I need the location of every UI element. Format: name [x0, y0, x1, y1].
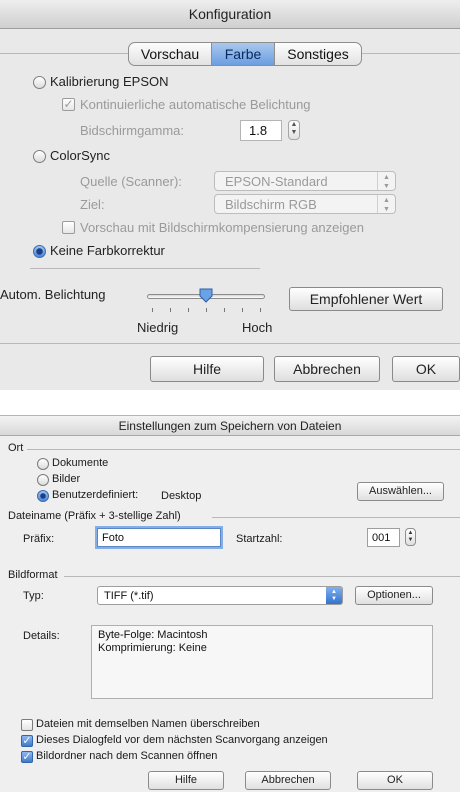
dokumente-label: Dokumente [52, 457, 109, 469]
typ-popup[interactable]: TIFF (*.tif) ▲ ▼ [97, 586, 343, 605]
slider-tick [152, 308, 153, 312]
startzahl-label: Startzahl: [236, 533, 283, 545]
abbrechen-button[interactable]: Abbrechen [245, 771, 331, 790]
startzahl-stepper[interactable]: ▲ ▼ [405, 528, 416, 546]
optionen-button[interactable]: Optionen... [355, 586, 433, 605]
quelle-popup[interactable]: EPSON-Standard ▲ ▼ [214, 171, 396, 191]
gamma-label: Bidschirmgamma: [80, 123, 185, 138]
details-label: Details: [23, 630, 60, 642]
slider-tick [206, 308, 207, 312]
keine-farbkorrektur-radio[interactable] [33, 245, 46, 258]
praefix-label: Präfix: [23, 533, 55, 545]
hilfe-button[interactable]: Hilfe [148, 771, 224, 790]
hoch-label: Hoch [242, 320, 273, 335]
popup-arrows-icon: ▲ ▼ [377, 195, 395, 213]
gamma-stepper[interactable]: ▲ ▼ [288, 120, 300, 140]
kalibrierung-radio[interactable] [33, 76, 46, 89]
group-divider [27, 449, 460, 450]
ort-label: Ort [8, 442, 24, 454]
abbrechen-button[interactable]: Abbrechen [274, 356, 380, 382]
bilder-label: Bilder [52, 473, 81, 485]
ziel-popup[interactable]: Bildschirm RGB ▲ ▼ [214, 194, 396, 214]
keine-farbkorrektur-label: Keine Farbkorrektur [50, 243, 165, 258]
bilder-radio[interactable] [37, 474, 49, 486]
popup-arrows-icon: ▲ ▼ [377, 172, 395, 190]
dialog-title: Einstellungen zum Speichern von Dateien [118, 419, 342, 433]
gamma-field[interactable]: 1.8 [240, 120, 282, 141]
slider-tick [170, 308, 171, 312]
footer-divider [0, 343, 460, 344]
slider-tick [224, 308, 225, 312]
dialog-titlebar: Konfiguration [0, 0, 460, 29]
show-dialog-checkbox[interactable]: ✓ [21, 735, 33, 747]
checkmark-icon: ✓ [22, 751, 32, 763]
praefix-input[interactable]: Foto [97, 528, 221, 547]
hilfe-button[interactable]: Hilfe [150, 356, 264, 382]
niedrig-label: Niedrig [137, 320, 179, 335]
ok-button[interactable]: OK [357, 771, 433, 790]
slider-tick [188, 308, 189, 312]
typ-value: TIFF (*.tif) [104, 590, 154, 602]
tab-bar: Vorschau Farbe Sonstiges [128, 42, 362, 66]
auswaehlen-button[interactable]: Auswählen... [357, 482, 444, 501]
details-line: Komprimierung: Keine [98, 642, 207, 654]
startzahl-input[interactable]: 001 [367, 528, 400, 547]
speichern-dialog: Einstellungen zum Speichern von Dateien … [0, 415, 460, 792]
group-divider [212, 517, 460, 518]
checkmark-icon: ✓ [63, 97, 74, 111]
slider-tick [242, 308, 243, 312]
belichtung-label: Autom. Belichtung [0, 287, 106, 302]
quelle-value: EPSON-Standard [225, 174, 328, 189]
kontinuierlich-label: Kontinuierliche automatische Belichtung [80, 97, 311, 112]
open-folder-checkbox[interactable]: ✓ [21, 751, 33, 763]
location-value: Desktop [161, 490, 202, 502]
section-divider [30, 268, 260, 269]
kalibrierung-label: Kalibrierung EPSON [50, 74, 169, 89]
dialog-titlebar: Einstellungen zum Speichern von Dateien [0, 416, 460, 436]
benutzerdefiniert-radio[interactable] [37, 490, 49, 502]
overwrite-label: Dateien mit demselben Namen überschreibe… [36, 718, 260, 730]
details-box: Byte-Folge: Macintosh Komprimierung: Kei… [91, 625, 433, 699]
ziel-value: Bildschirm RGB [225, 197, 317, 212]
quelle-label: Quelle (Scanner): [80, 174, 182, 189]
tab-vorschau[interactable]: Vorschau [129, 43, 212, 65]
benutzerdefiniert-label: Benutzerdefiniert: [52, 489, 139, 501]
group-divider [64, 576, 460, 577]
dateiname-label: Dateiname (Präfix + 3-stellige Zahl) [8, 510, 181, 522]
dialog-title: Konfiguration [188, 6, 272, 22]
details-line: Byte-Folge: Macintosh [98, 629, 208, 641]
show-dialog-label: Dieses Dialogfeld vor dem nächsten Scanv… [36, 734, 328, 746]
vorschau-checkbox[interactable] [62, 221, 75, 234]
popup-arrows-icon: ▲ ▼ [326, 587, 342, 604]
bildformat-label: Bildformat [8, 569, 58, 581]
slider-tick [260, 308, 261, 312]
overwrite-checkbox[interactable] [21, 719, 33, 731]
slider-thumb[interactable] [199, 288, 213, 303]
kontinuierlich-checkbox[interactable]: ✓ [62, 98, 75, 111]
vorschau-label: Vorschau mit Bildschirmkompensierung anz… [80, 220, 364, 235]
colorsync-label: ColorSync [50, 148, 110, 163]
ok-button[interactable]: OK [392, 356, 460, 382]
colorsync-radio[interactable] [33, 150, 46, 163]
tab-sonstiges[interactable]: Sonstiges [275, 43, 361, 65]
tab-farbe[interactable]: Farbe [212, 43, 275, 65]
empfohlener-wert-button[interactable]: Empfohlener Wert [289, 287, 443, 311]
ziel-label: Ziel: [80, 197, 105, 212]
typ-label: Typ: [23, 590, 44, 602]
checkmark-icon: ✓ [22, 735, 32, 747]
dokumente-radio[interactable] [37, 458, 49, 470]
konfiguration-dialog: Konfiguration Vorschau Farbe Sonstiges K… [0, 0, 460, 390]
open-folder-label: Bildordner nach dem Scannen öffnen [36, 750, 218, 762]
